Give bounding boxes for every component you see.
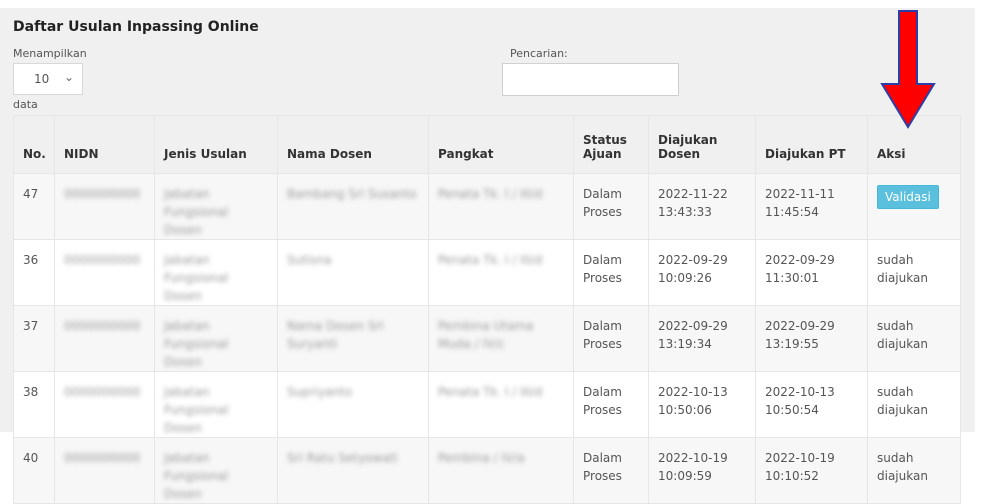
col-header-diajukan-pt[interactable]: Diajukan PT [755, 115, 868, 174]
cell-diajukan-dosen: 2022-09-29 13:19:34 [648, 305, 756, 372]
table-row: 36 0000000000 Jabatan Fungsional Dosen S… [13, 239, 961, 306]
cell-aksi-status: sudah diajukan [867, 437, 961, 504]
cell-status: Dalam Proses [573, 371, 649, 438]
arrow-down-icon [880, 10, 936, 129]
cell-aksi-status: sudah diajukan [867, 305, 961, 372]
cell-no: 40 [13, 437, 55, 504]
table-row: 47 0000000000 Jabatan Fungsional Dosen B… [13, 173, 961, 240]
cell-nidn: 0000000000 [64, 451, 141, 465]
col-header-jenis-usulan[interactable]: Jenis Usulan [154, 115, 278, 174]
col-header-nama-dosen[interactable]: Nama Dosen [277, 115, 429, 174]
cell-pangkat: Penata Tk. I / III/d [438, 253, 543, 267]
table-row: 37 0000000000 Jabatan Fungsional Dosen N… [13, 305, 961, 372]
col-header-status-ajuan[interactable]: Status Ajuan [573, 115, 649, 174]
cell-aksi-status: sudah diajukan [867, 371, 961, 438]
cell-no: 47 [13, 173, 55, 240]
cell-jenis-usulan: Jabatan Fungsional Dosen [164, 385, 229, 435]
table-row: 38 0000000000 Jabatan Fungsional Dosen S… [13, 371, 961, 438]
cell-nidn: 0000000000 [64, 187, 141, 201]
cell-diajukan-pt: 2022-10-19 10:10:52 [755, 437, 868, 504]
table-row: 40 0000000000 Jabatan Fungsional Dosen S… [13, 437, 961, 504]
cell-nama-dosen: Nama Dosen Sri Suryanti [287, 319, 384, 351]
red-arrow-annotation [880, 10, 936, 129]
validasi-button[interactable]: Validasi [877, 185, 939, 209]
cell-diajukan-dosen: 2022-10-13 10:50:06 [648, 371, 756, 438]
search-label: Pencarian: [510, 47, 568, 60]
search-input[interactable] [502, 63, 679, 96]
length-menu-suffix: data [13, 98, 38, 111]
col-header-diajukan-dosen[interactable]: Diajukan Dosen [648, 115, 756, 174]
cell-diajukan-dosen: 2022-10-19 10:09:59 [648, 437, 756, 504]
length-menu-label: Menampilkan [13, 47, 87, 60]
entries-per-page-select[interactable]: 10 ⌄ [13, 63, 83, 95]
cell-diajukan-dosen: 2022-11-22 13:43:33 [648, 173, 756, 240]
cell-no: 37 [13, 305, 55, 372]
cell-no: 38 [13, 371, 55, 438]
cell-diajukan-pt: 2022-09-29 13:19:55 [755, 305, 868, 372]
cell-pangkat: Pembina Utama Muda / IV/c [438, 319, 534, 351]
cell-status: Dalam Proses [573, 305, 649, 372]
cell-nama-dosen: Bambang Sri Susanto [287, 187, 417, 201]
cell-nidn: 0000000000 [64, 385, 141, 399]
cell-jenis-usulan: Jabatan Fungsional Dosen [164, 187, 229, 237]
cell-diajukan-pt: 2022-10-13 10:50:54 [755, 371, 868, 438]
cell-status: Dalam Proses [573, 437, 649, 504]
cell-status: Dalam Proses [573, 239, 649, 306]
cell-nama-dosen: Sri Ratu Setyowati [287, 451, 398, 465]
cell-nama-dosen: Sutisna [287, 253, 332, 267]
cell-nidn: 0000000000 [64, 253, 141, 267]
entries-per-page-value: 10 [34, 72, 50, 86]
cell-nama-dosen: Supriyanto [287, 385, 353, 399]
submission-table: No. NIDN Jenis Usulan Nama Dosen Pangkat… [13, 115, 961, 504]
cell-jenis-usulan: Jabatan Fungsional Dosen [164, 253, 229, 303]
cell-jenis-usulan: Jabatan Fungsional Dosen [164, 451, 229, 501]
cell-no: 36 [13, 239, 55, 306]
cell-nidn: 0000000000 [64, 319, 141, 333]
cell-status: Dalam Proses [573, 173, 649, 240]
cell-pangkat: Penata Tk. I / III/d [438, 187, 543, 201]
col-header-pangkat[interactable]: Pangkat [428, 115, 574, 174]
cell-aksi-status: sudah diajukan [867, 239, 961, 306]
table-header-row: No. NIDN Jenis Usulan Nama Dosen Pangkat… [13, 115, 961, 174]
col-header-nidn[interactable]: NIDN [54, 115, 155, 174]
cell-diajukan-pt: 2022-09-29 11:30:01 [755, 239, 868, 306]
cell-pangkat: Pembina / IV/a [438, 451, 525, 465]
cell-jenis-usulan: Jabatan Fungsional Dosen [164, 319, 229, 369]
col-header-no[interactable]: No. [13, 115, 55, 174]
chevron-down-icon: ⌄ [64, 70, 75, 84]
cell-diajukan-dosen: 2022-09-29 10:09:26 [648, 239, 756, 306]
cell-diajukan-pt: 2022-11-11 11:45:54 [755, 173, 868, 240]
page-title: Daftar Usulan Inpassing Online [13, 19, 259, 35]
cell-pangkat: Penata Tk. I / III/d [438, 385, 543, 399]
